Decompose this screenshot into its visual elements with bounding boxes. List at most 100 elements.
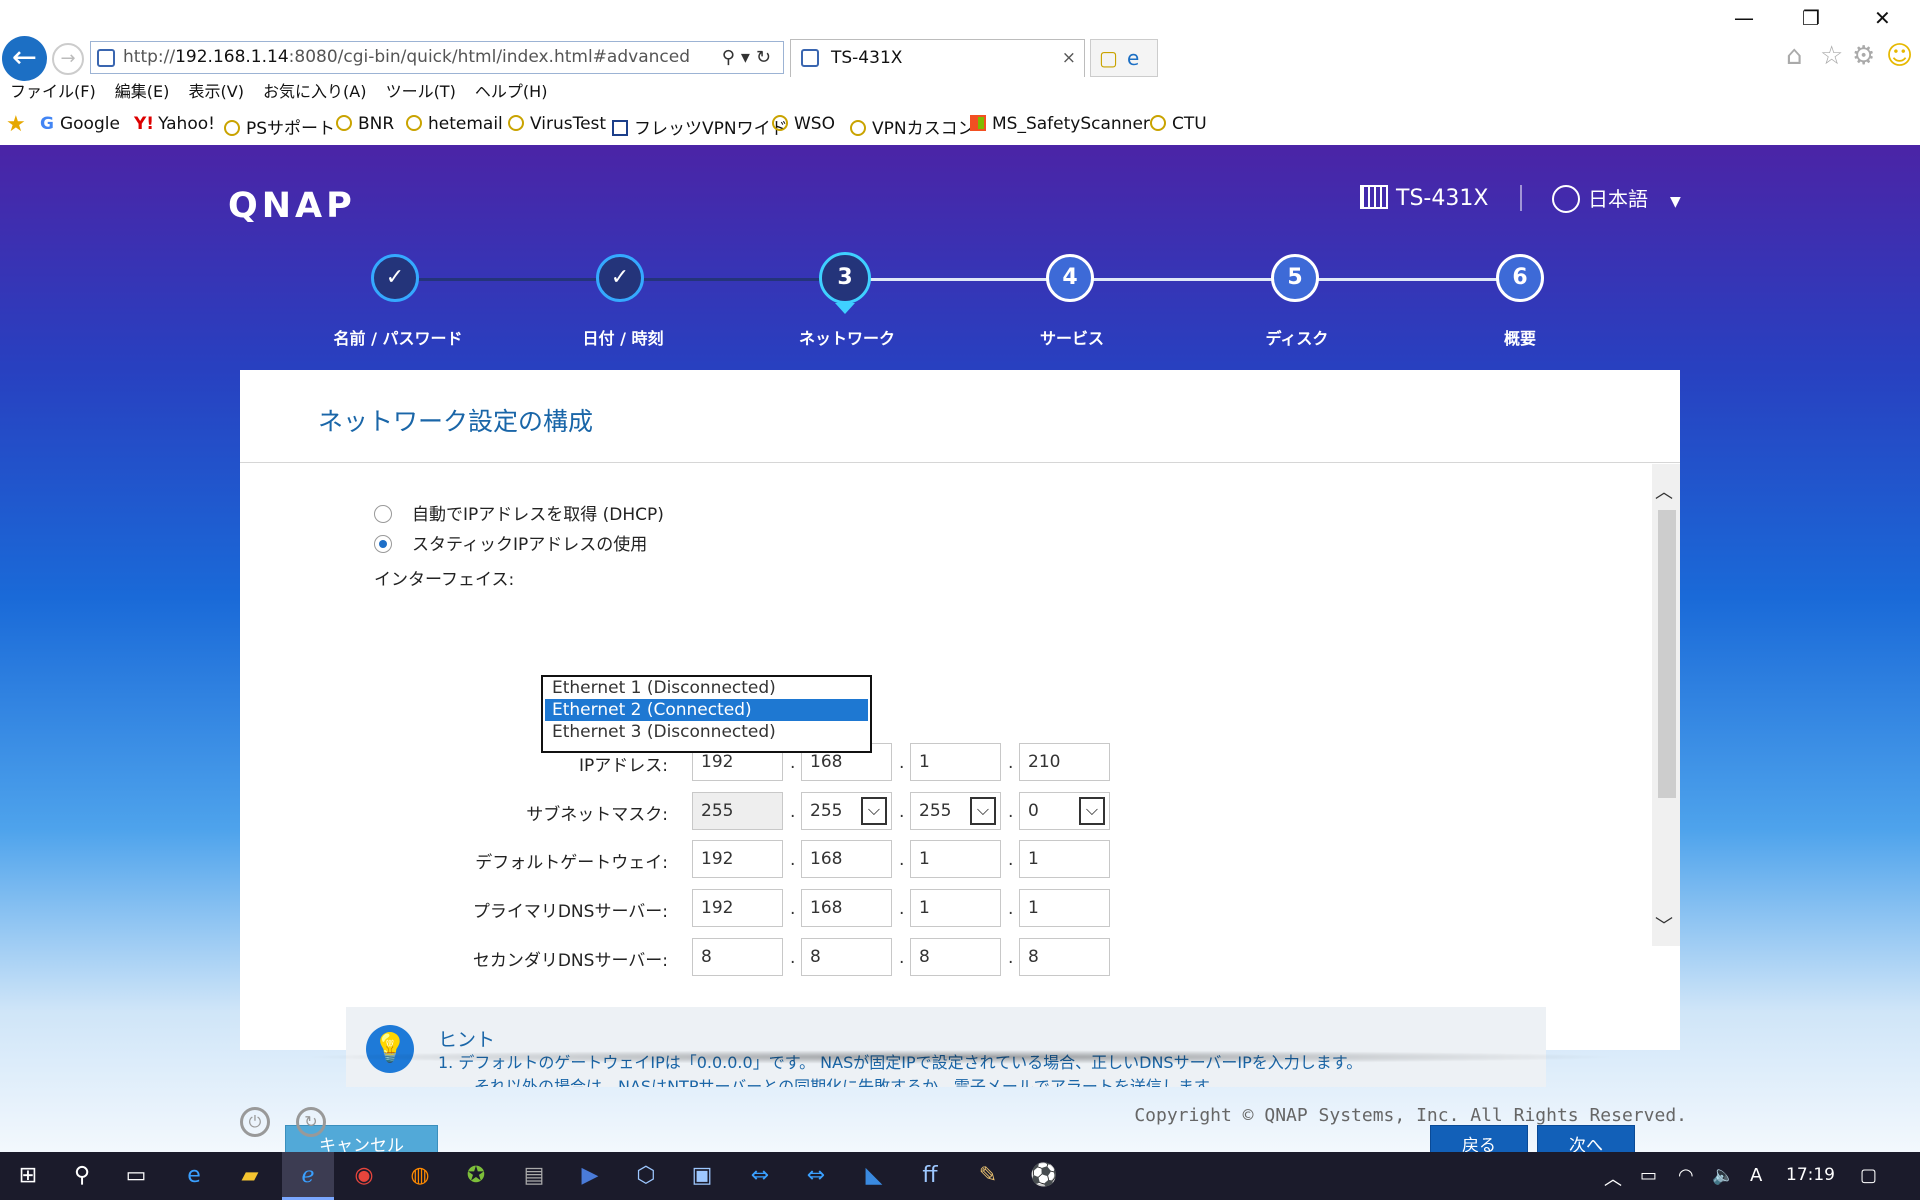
subnet-octet-3-value: 255 <box>919 801 952 821</box>
internet-explorer-icon[interactable]: ℯ <box>294 1162 322 1190</box>
sharkfin-app-icon[interactable]: ◣ <box>860 1162 888 1190</box>
gateway-octet-4-input[interactable]: 1 <box>1019 840 1110 878</box>
battery-icon[interactable]: ▭ <box>1640 1165 1657 1186</box>
chevron-down-icon[interactable]: ⌵ <box>861 797 887 825</box>
ime-icon[interactable]: A <box>1750 1165 1762 1186</box>
dhcp-option[interactable]: 自動でIPアドレスを取得 (DHCP) <box>374 500 664 525</box>
fav-pssupport[interactable]: PSサポート <box>224 114 335 139</box>
step-1-check-icon: ✓ <box>371 254 419 302</box>
gateway-octet-2-input[interactable]: 168 <box>801 840 892 878</box>
windows-start-icon[interactable]: ⊞ <box>14 1162 42 1190</box>
primary-dns-octet-3-input[interactable]: 1 <box>910 889 1001 927</box>
chevron-down-icon[interactable]: ⌵ <box>1079 797 1105 825</box>
powershell-icon[interactable]: ▶ <box>576 1162 604 1190</box>
menu-help[interactable]: ヘルプ(H) <box>475 82 548 101</box>
volume-icon[interactable]: 🔈 <box>1712 1165 1734 1186</box>
back-arrow-icon[interactable]: ← <box>2 36 47 81</box>
teamviewer-icon[interactable]: ⇔ <box>746 1162 774 1190</box>
secondary-dns-octet-3-input[interactable]: 8 <box>910 938 1001 976</box>
gateway-octet-1-input[interactable]: 192 <box>692 840 783 878</box>
panel-scrollbar[interactable]: ︿ ﹀ <box>1652 464 1680 946</box>
fav-ctu[interactable]: CTU <box>1150 114 1207 134</box>
menu-favorites[interactable]: お気に入り(A) <box>263 82 366 101</box>
scroll-thumb[interactable] <box>1658 510 1676 798</box>
primary-dns-row: プライマリDNSサーバー: 192 . 168 . 1 . 1 <box>240 889 1240 927</box>
smiley-feedback-icon[interactable]: ☺ <box>1886 41 1913 71</box>
interface-option-1[interactable]: Ethernet 1 (Disconnected) <box>545 677 868 699</box>
restore-icon[interactable]: ❐ <box>1802 6 1820 30</box>
interface-option-2[interactable]: Ethernet 2 (Connected) <box>545 699 868 721</box>
fav-ms-safetyscanner[interactable]: MS_SafetyScanner <box>970 114 1150 134</box>
menu-view[interactable]: 表示(V) <box>189 82 244 101</box>
soccer-ball-icon[interactable]: ⚽ <box>1030 1162 1058 1190</box>
browser-tab[interactable]: TS-431X × <box>790 39 1085 77</box>
teamviewer-2-icon[interactable]: ⇔ <box>802 1162 830 1190</box>
address-bar[interactable]: http://192.168.1.14:8080/cgi-bin/quick/h… <box>90 41 784 74</box>
menu-tools[interactable]: ツール(T) <box>386 82 456 101</box>
ie-page-icon <box>508 115 524 131</box>
chrome-icon[interactable]: ◉ <box>350 1162 378 1190</box>
secondary-dns-octet-4-input[interactable]: 8 <box>1019 938 1110 976</box>
wifi-icon[interactable]: ◠ <box>1678 1165 1694 1186</box>
command-prompt-icon[interactable]: ▤ <box>520 1162 548 1190</box>
dhcp-radio[interactable] <box>374 505 392 523</box>
file-explorer-icon[interactable]: ▰ <box>236 1162 264 1190</box>
fav-hetemail[interactable]: hetemail <box>406 114 503 134</box>
tab-close-icon[interactable]: × <box>1062 40 1076 76</box>
close-window-icon[interactable]: ✕ <box>1874 6 1891 30</box>
task-view-icon[interactable]: ▭ <box>122 1162 150 1190</box>
tray-chevron-up-icon[interactable]: ︿ <box>1604 1165 1622 1191</box>
menu-file[interactable]: ファイル(F) <box>10 82 96 101</box>
octet-dot: . <box>790 948 796 968</box>
gateway-octet-3-input[interactable]: 1 <box>910 840 1001 878</box>
ip-octet-3-input[interactable]: 1 <box>910 743 1001 781</box>
chevron-down-icon[interactable]: ⌵ <box>970 797 996 825</box>
primary-dns-octet-1-input[interactable]: 192 <box>692 889 783 927</box>
subnet-octet-2-select[interactable]: 255 ⌵ <box>801 792 892 830</box>
scroll-up-icon[interactable]: ︿ <box>1655 478 1673 504</box>
forward-arrow-icon[interactable]: → <box>52 43 84 75</box>
settings-gear-icon[interactable]: ⚙ <box>1852 41 1875 71</box>
new-tab-button[interactable]: ▢ e <box>1090 39 1158 77</box>
add-favorite-star-icon[interactable]: ★ <box>6 112 26 137</box>
menu-edit[interactable]: 編集(E) <box>115 82 170 101</box>
edge-icon[interactable]: e <box>180 1162 208 1190</box>
subnet-octet-3-select[interactable]: 255 ⌵ <box>910 792 1001 830</box>
ffftp-icon[interactable]: ff <box>916 1162 944 1190</box>
fav-wso[interactable]: WSO <box>772 114 835 134</box>
minimize-icon[interactable]: — <box>1734 6 1754 30</box>
notification-icon[interactable]: ▢ <box>1860 1165 1877 1186</box>
paint-app-icon[interactable]: ✎ <box>974 1162 1002 1190</box>
ip-octet-4-input[interactable]: 210 <box>1019 743 1110 781</box>
fav-flets-vpn[interactable]: フレッツVPNワイド <box>612 114 788 139</box>
firefox-icon[interactable]: ◍ <box>406 1162 434 1190</box>
secondary-dns-octet-2-input[interactable]: 8 <box>801 938 892 976</box>
subnet-octet-4-select[interactable]: 0 ⌵ <box>1019 792 1110 830</box>
search-icon[interactable]: ⚲ <box>68 1162 96 1190</box>
secondary-dns-octet-1-input[interactable]: 8 <box>692 938 783 976</box>
search-refresh-icon[interactable]: ⚲▾↻ <box>722 42 777 73</box>
hint-line-2: それ以外の場合は、NASはNTPサーバーとの同期化に失敗するか、電子メールでアラ… <box>474 1077 1225 1087</box>
static-ip-option[interactable]: スタティックIPアドレスの使用 <box>374 530 647 555</box>
restart-icon[interactable]: ↻ <box>296 1107 326 1137</box>
fav-vpn-kascon[interactable]: VPNカスコン <box>850 114 975 139</box>
ie-page-icon <box>772 115 788 131</box>
network-app-icon[interactable]: ▣ <box>688 1162 716 1190</box>
app-green-icon[interactable]: ✪ <box>462 1162 490 1190</box>
language-selector[interactable]: 日本語 ▼ <box>1552 183 1681 213</box>
interface-dropdown-list[interactable]: Ethernet 1 (Disconnected) Ethernet 2 (Co… <box>541 675 872 753</box>
cube-app-icon[interactable]: ⬡ <box>632 1162 660 1190</box>
power-icon[interactable]: ⏻ <box>240 1107 270 1137</box>
chevron-down-icon: ▼ <box>1670 194 1681 210</box>
primary-dns-octet-2-input[interactable]: 168 <box>801 889 892 927</box>
fav-virustest[interactable]: VirusTest <box>508 114 606 134</box>
scroll-down-icon[interactable]: ﹀ <box>1655 912 1673 938</box>
fav-google[interactable]: G Google <box>40 114 120 134</box>
primary-dns-octet-4-input[interactable]: 1 <box>1019 889 1110 927</box>
interface-option-3[interactable]: Ethernet 3 (Disconnected) <box>545 721 868 743</box>
fav-bnr[interactable]: BNR <box>336 114 394 134</box>
favorites-star-icon[interactable]: ☆ <box>1820 41 1843 71</box>
fav-yahoo[interactable]: Y! Yahoo! <box>134 114 215 134</box>
static-ip-radio[interactable] <box>374 535 392 553</box>
home-icon[interactable]: ⌂ <box>1786 41 1803 71</box>
